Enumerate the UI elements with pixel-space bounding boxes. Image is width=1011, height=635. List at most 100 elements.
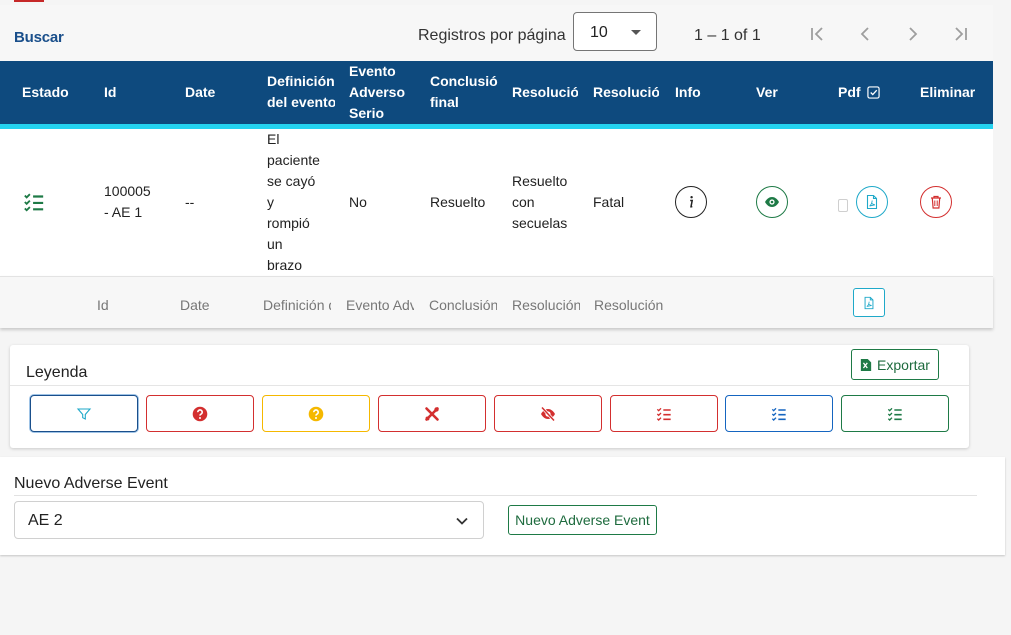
status-checklist-icon <box>22 191 46 218</box>
caret-down-icon <box>631 30 641 35</box>
checklist-icon <box>656 407 671 421</box>
filter-resolucion-1[interactable]: Resolución <box>512 297 580 313</box>
filter-evento[interactable]: Evento Adverso Serio <box>346 297 414 313</box>
rows-per-page-label: Registros por página <box>418 27 566 44</box>
pdf-button[interactable] <box>856 186 888 218</box>
definicion-line: paciente <box>267 152 320 168</box>
filter-definicion[interactable]: Definición del evento <box>263 297 331 313</box>
legend-title: Leyenda <box>26 364 88 381</box>
legend-checklist-green-button[interactable] <box>841 395 949 432</box>
filter-conclusion[interactable]: Conclusión final <box>429 297 497 313</box>
legend-checklist-blue-button[interactable] <box>725 395 833 432</box>
filter-date[interactable]: Date <box>180 297 252 313</box>
next-page-button[interactable] <box>902 23 924 45</box>
header-info: Info <box>675 84 701 100</box>
column-filter-row: Id Date Definición del evento Evento Adv… <box>0 276 993 328</box>
header-evento-adverso-serio[interactable]: Evento Adverso Serio <box>349 61 411 124</box>
delete-button[interactable] <box>920 186 952 218</box>
header-conclusion-line1: Conclusión <box>430 73 498 89</box>
file-pdf-icon <box>864 296 874 309</box>
adverse-event-select[interactable]: AE 2 <box>14 501 484 539</box>
legend-divider <box>10 385 969 386</box>
eye-icon <box>765 197 779 207</box>
first-page-button[interactable] <box>806 23 828 45</box>
definicion-line: un <box>267 236 283 252</box>
checkbox-check-icon[interactable] <box>866 86 880 99</box>
legend-eye-slash-button[interactable] <box>494 395 602 432</box>
info-icon <box>690 196 694 208</box>
header-eliminar: Eliminar <box>920 84 976 100</box>
resolucion-line: secuelas <box>512 215 568 231</box>
cell-id-line1: 100005 <box>104 183 151 199</box>
header-definicion-line2: del evento <box>267 94 335 110</box>
file-pdf-icon <box>866 194 878 210</box>
definicion-line: y <box>267 194 274 210</box>
header-conclusion-line2: final <box>430 94 459 110</box>
legend-question-yellow-button[interactable] <box>262 395 370 432</box>
previous-page-button[interactable] <box>854 23 876 45</box>
top-edge-marker <box>14 0 44 2</box>
cell-conclusion-final: Resuelto <box>430 194 486 210</box>
new-adverse-event-divider <box>14 495 977 496</box>
legend-question-red-button[interactable] <box>146 395 254 432</box>
filter-id[interactable]: Id <box>97 297 169 313</box>
export-label: Exportar <box>877 356 930 373</box>
header-evento-line3: Serio <box>349 105 385 121</box>
checklist-icon <box>771 407 786 421</box>
legend-tools-button[interactable] <box>378 395 486 432</box>
header-evento-line2: Adverso <box>349 84 406 100</box>
legend-filter-button[interactable] <box>30 395 138 432</box>
rows-per-page-select[interactable]: 10 <box>573 12 657 51</box>
definicion-line: brazo <box>267 257 303 273</box>
header-estado[interactable]: Estado <box>22 82 69 103</box>
legend-panel: Leyenda Exportar <box>10 345 969 448</box>
header-resolucion-2[interactable]: Resolución <box>593 82 659 103</box>
question-circle-icon <box>308 406 324 421</box>
file-excel-icon <box>860 358 872 371</box>
trash-icon <box>931 195 941 209</box>
chevron-left-icon <box>860 27 869 41</box>
header-resolucion-1[interactable]: Resolución <box>512 82 578 103</box>
pdf-select-checkbox[interactable] <box>838 199 848 212</box>
last-page-button[interactable] <box>950 23 972 45</box>
cell-date: -- <box>185 194 195 210</box>
filter-icon <box>76 407 92 420</box>
rows-per-page-value: 10 <box>590 24 608 41</box>
chevron-right-icon <box>909 27 918 41</box>
resolucion-line: Resuelto <box>512 173 568 189</box>
header-evento-line1: Evento <box>349 63 396 79</box>
tools-icon <box>425 406 439 421</box>
table-toolbar: Buscar Registros por página 10 1 – 1 of … <box>0 5 993 61</box>
header-conclusion-final[interactable]: Conclusión final <box>430 71 498 113</box>
legend-checklist-red-button[interactable] <box>610 395 718 432</box>
search-link[interactable]: Buscar <box>14 29 64 46</box>
header-date[interactable]: Date <box>185 82 215 103</box>
eye-slash-icon <box>540 405 556 422</box>
cell-definicion: El paciente se cayó y rompió un brazo <box>267 129 320 276</box>
view-button[interactable] <box>756 186 788 218</box>
new-adverse-event-button[interactable]: Nuevo Adverse Event <box>508 505 657 535</box>
last-page-icon <box>955 27 967 41</box>
resolucion-line: con <box>512 194 535 210</box>
info-button[interactable] <box>675 186 707 218</box>
cell-id-line2: - AE 1 <box>104 204 143 220</box>
checklist-icon <box>887 407 902 421</box>
header-definicion[interactable]: Definición del evento <box>267 71 335 113</box>
question-circle-icon <box>192 406 208 421</box>
pdf-bulk-button[interactable] <box>853 288 885 317</box>
cell-id: 100005 - AE 1 <box>104 181 151 223</box>
table-header: Estado Id Date Definición del evento Eve… <box>0 61 993 124</box>
cell-resolucion-2: Fatal <box>593 194 625 210</box>
definicion-line: se cayó <box>267 173 316 189</box>
filter-resolucion-2[interactable]: Resolución <box>594 297 664 313</box>
new-adverse-event-panel: Nuevo Adverse Event AE 2 Nuevo Adverse E… <box>0 457 1005 555</box>
header-id[interactable]: Id <box>104 82 116 103</box>
pagination-range: 1 – 1 of 1 <box>694 27 761 44</box>
header-ver: Ver <box>756 84 778 100</box>
definicion-line: rompió <box>267 215 310 231</box>
header-pdf-label: Pdf <box>838 84 861 100</box>
cell-resolucion-1: Resuelto con secuelas <box>512 171 567 234</box>
definicion-line: El <box>267 131 280 147</box>
export-button[interactable]: Exportar <box>851 349 939 380</box>
first-page-icon <box>811 27 823 41</box>
